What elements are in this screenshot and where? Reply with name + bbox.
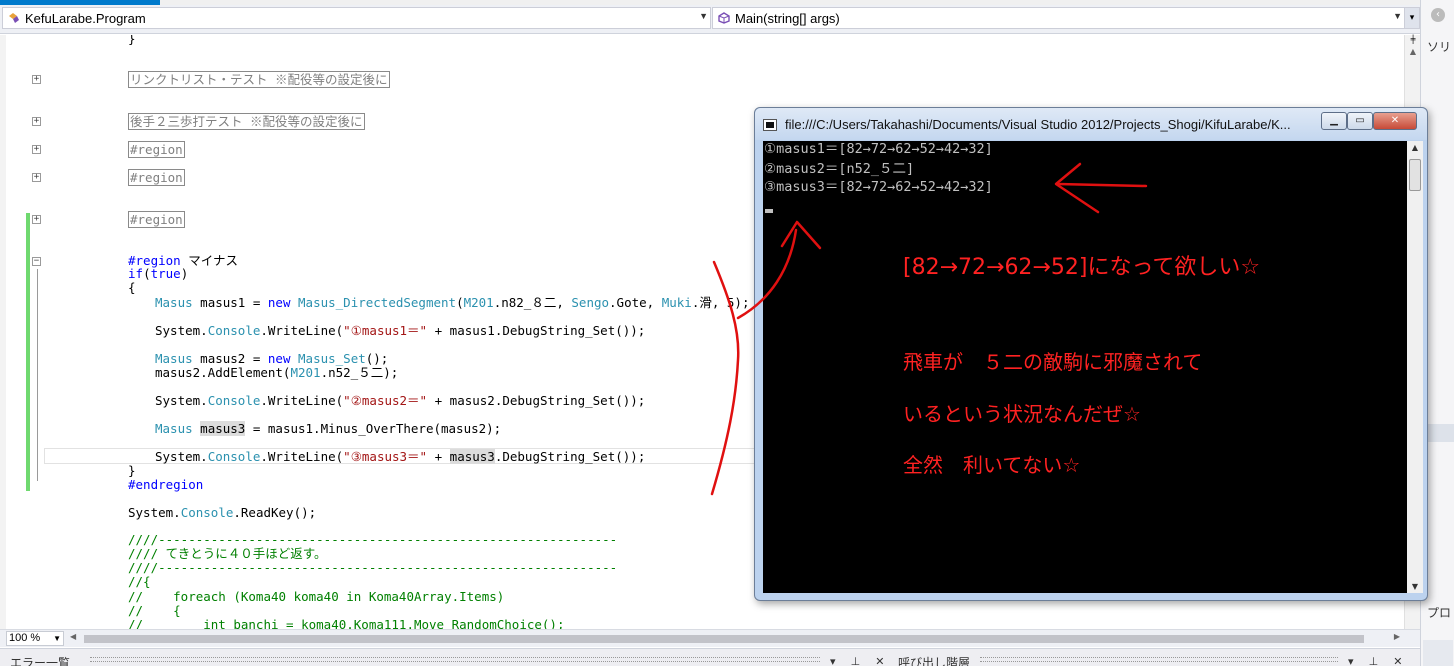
scrollbar-thumb[interactable] xyxy=(1409,159,1421,191)
expand-icon[interactable]: + xyxy=(32,117,41,126)
collapsed-region[interactable]: #region xyxy=(128,211,185,228)
editor-gutter xyxy=(0,35,6,629)
console-output[interactable]: ①masus1＝[82→72→62→52→42→32] ②masus2＝[n52… xyxy=(763,141,1407,593)
annotation-text: [82→72→62→52]になって欲しい☆ xyxy=(903,255,1261,280)
code-line: Masus masus1 = new Masus_DirectedSegment… xyxy=(155,295,750,310)
panel-footer xyxy=(1423,640,1453,666)
comment-line: // foreach (Koma40 koma40 in Koma40Array… xyxy=(128,589,505,604)
collapsed-region[interactable]: 後手２三歩打テスト ※配役等の設定後に xyxy=(128,113,365,130)
chevron-down-icon: ▼ xyxy=(699,11,708,21)
console-scrollbar[interactable]: ▲ ▼ xyxy=(1407,141,1423,593)
call-hierarchy-tab[interactable]: 呼び出し階層 xyxy=(898,654,970,666)
splitter-icon[interactable]: ╪ xyxy=(1407,35,1419,45)
expand-icon[interactable]: + xyxy=(32,75,41,84)
call-hierarchy-window-buttons[interactable]: ▾ ⊥ ✕ xyxy=(1348,655,1408,666)
scroll-right-icon[interactable]: ▶ xyxy=(1394,632,1400,641)
maximize-button[interactable]: ▭ xyxy=(1347,112,1373,130)
member-dropdown[interactable]: Main(string[] args) ▼ xyxy=(712,7,1405,29)
editor-status-bar: 100 % ▼ ◀ ▶ xyxy=(0,629,1420,647)
console-line: ③masus3＝[82→72→62→52→42→32] xyxy=(764,179,993,195)
outline-guide xyxy=(37,269,38,481)
minimize-button[interactable]: ▁ xyxy=(1321,112,1347,130)
code-line: } xyxy=(128,35,136,46)
code-line: Masus masus3 = masus1.Minus_OverThere(ma… xyxy=(155,421,502,436)
code-line: if(true) xyxy=(128,266,189,281)
scroll-down-icon[interactable]: ▼ xyxy=(1407,582,1423,591)
csharp-class-icon xyxy=(7,11,21,25)
console-title: file:///C:/Users/Takahashi/Documents/Vis… xyxy=(785,117,1291,132)
comment-line: ////------------------------------------… xyxy=(128,560,618,575)
collapsed-region[interactable]: #region xyxy=(128,141,185,158)
document-tab-strip xyxy=(0,0,1420,5)
horizontal-scrollbar[interactable]: ◀ ▶ xyxy=(70,632,1400,645)
console-cursor xyxy=(765,209,773,213)
scroll-up-icon[interactable]: ▲ xyxy=(1407,143,1423,152)
chevron-down-icon: ▼ xyxy=(1393,11,1402,21)
scroll-left-icon[interactable]: ◀ xyxy=(70,632,76,641)
properties-label: プロ xyxy=(1427,606,1452,620)
member-dropdown-label: Main(string[] args) xyxy=(735,10,840,26)
class-dropdown-label: KefuLarabe.Program xyxy=(25,10,146,26)
error-list-tab[interactable]: エラー一覧 xyxy=(10,654,70,666)
scrollbar-thumb[interactable] xyxy=(84,635,1364,643)
editor-navigation-bar: KefuLarabe.Program ▼ Main(string[] args)… xyxy=(0,0,1420,34)
comment-line: // int banchi = koma40.Koma111.Move_Rand… xyxy=(128,617,565,630)
console-line: ②masus2＝[n52_５二] xyxy=(764,161,915,177)
zoom-dropdown[interactable]: 100 % ▼ xyxy=(6,631,64,646)
expand-icon[interactable]: + xyxy=(32,173,41,182)
code-line: System.Console.WriteLine("③masus3＝" + ma… xyxy=(155,449,646,464)
console-window[interactable]: file:///C:/Users/Takahashi/Documents/Vis… xyxy=(754,107,1428,601)
collapse-icon[interactable]: − xyxy=(32,257,41,266)
collapsed-region[interactable]: リンクトリスト・テスト ※配役等の設定後に xyxy=(128,71,390,88)
code-line: Masus masus2 = new Masus_Set(); xyxy=(155,351,389,366)
active-tab-indicator[interactable] xyxy=(0,0,160,5)
code-line: #region xyxy=(128,141,185,158)
code-line: 後手２三歩打テスト ※配役等の設定後に xyxy=(128,113,365,130)
error-list-window-buttons[interactable]: ▾ ⊥ ✕ xyxy=(830,655,890,666)
code-line: System.Console.WriteLine("①masus1＝" + ma… xyxy=(155,323,646,338)
comment-line: // { xyxy=(128,603,181,618)
zoom-value: 100 % xyxy=(9,632,41,644)
chevron-down-icon: ▼ xyxy=(53,634,61,643)
console-titlebar[interactable]: file:///C:/Users/Takahashi/Documents/Vis… xyxy=(755,108,1427,140)
code-line: リンクトリスト・テスト ※配役等の設定後に xyxy=(128,71,390,88)
scroll-up-icon[interactable]: ▲ xyxy=(1405,47,1421,61)
annotation-text: いるという状況なんだぜ☆ xyxy=(903,402,1141,426)
class-dropdown[interactable]: KefuLarabe.Program ▼ xyxy=(2,7,711,29)
comment-line: //// てきとうに４０手ほど返す。 xyxy=(128,546,327,561)
drag-grip[interactable] xyxy=(90,657,820,662)
code-line: #region xyxy=(128,211,185,228)
code-line: { xyxy=(128,280,136,295)
back-icon[interactable]: ‹ xyxy=(1431,8,1445,22)
change-tracking-bar xyxy=(26,213,30,491)
annotation-text: 全然 利いてない☆ xyxy=(903,453,1081,477)
code-line: } xyxy=(128,463,136,478)
code-line: System.Console.ReadKey(); xyxy=(128,505,317,520)
code-line: #region xyxy=(128,169,185,186)
expand-icon[interactable]: + xyxy=(32,145,41,154)
drag-grip[interactable] xyxy=(980,657,1338,662)
selected-tree-item[interactable] xyxy=(1425,424,1454,442)
expand-icon[interactable]: + xyxy=(32,215,41,224)
comment-line: ////------------------------------------… xyxy=(128,532,618,547)
annotation-text: 飛車が ５二の敵駒に邪魔されて xyxy=(903,350,1203,374)
split-view-button[interactable]: ▾ xyxy=(1404,7,1420,29)
console-app-icon xyxy=(763,119,777,131)
code-line: System.Console.WriteLine("②masus2＝" + ma… xyxy=(155,393,646,408)
collapsed-region[interactable]: #region xyxy=(128,169,185,186)
method-icon xyxy=(717,11,731,25)
console-line: ①masus1＝[82→72→62→52→42→32] xyxy=(764,141,993,157)
comment-line: //{ xyxy=(128,574,151,589)
close-button[interactable]: ✕ xyxy=(1373,112,1417,130)
bottom-tool-windows: エラー一覧 ▾ ⊥ ✕ 呼び出し階層 ▾ ⊥ ✕ xyxy=(0,648,1420,666)
solution-explorer-label: ソリ xyxy=(1427,40,1452,54)
code-line: #endregion xyxy=(128,477,204,492)
code-line: masus2.AddElement(M201.n52_５二); xyxy=(155,365,399,380)
